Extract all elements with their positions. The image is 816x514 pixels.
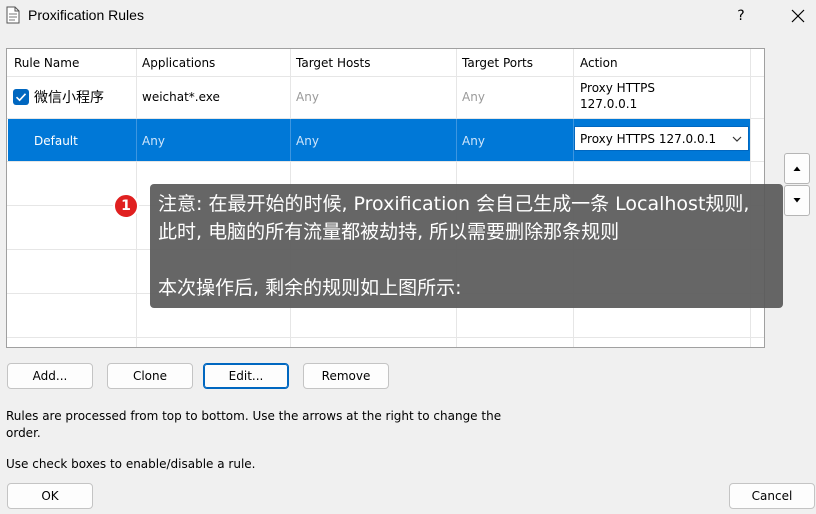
rule-target-ports: Any: [462, 134, 485, 148]
column-divider: [290, 119, 291, 161]
row-divider: [7, 337, 764, 338]
move-down-button[interactable]: [784, 185, 810, 216]
annotation-badge: 1: [113, 193, 139, 219]
column-header-action[interactable]: Action: [580, 56, 618, 70]
column-header-applications[interactable]: Applications: [142, 56, 215, 70]
rule-target-hosts: Any: [296, 134, 319, 148]
info-text-order: Rules are processed from top to bottom. …: [6, 409, 502, 423]
column-header-rule-name[interactable]: Rule Name: [14, 56, 79, 70]
annotation-line-3: 本次操作后, 剩余的规则如上图所示:: [158, 277, 462, 299]
action-select[interactable]: Proxy HTTPS 127.0.0.1: [574, 126, 749, 151]
rule-target-hosts: Any: [296, 90, 319, 104]
column-divider: [456, 119, 457, 161]
checkmark-icon: [15, 93, 27, 102]
move-up-button[interactable]: [784, 153, 810, 184]
annotation-line-1: 注意: 在最开始的时候, Proxification 会自己生成一条 Local…: [158, 193, 750, 215]
rule-applications: weichat*.exe: [142, 90, 220, 104]
rule-applications: Any: [142, 134, 165, 148]
row-divider: [7, 76, 764, 77]
info-text-checkboxes: Use check boxes to enable/disable a rule…: [6, 457, 256, 471]
triangle-up-icon: [793, 166, 801, 171]
column-header-target-hosts[interactable]: Target Hosts: [296, 56, 371, 70]
row-divider: [7, 161, 764, 162]
rules-document-icon: [6, 6, 20, 24]
edit-button[interactable]: Edit...: [203, 363, 289, 389]
info-text-order-cont: order.: [6, 426, 41, 440]
rule-action-line2: 127.0.0.1: [580, 97, 638, 111]
rule-target-ports: Any: [462, 90, 485, 104]
action-select-value: Proxy HTTPS 127.0.0.1: [580, 132, 717, 146]
clone-button[interactable]: Clone: [107, 363, 193, 389]
annotation-callout: 注意: 在最开始的时候, Proxification 会自己生成一条 Local…: [150, 184, 783, 308]
window-title: Proxification Rules: [28, 7, 144, 23]
cancel-button[interactable]: Cancel: [729, 483, 815, 509]
annotation-spacer: [158, 246, 775, 274]
title-bar: Proxification Rules ?: [0, 0, 816, 32]
rule-enable-checkbox[interactable]: [13, 89, 29, 105]
annotation-line-2: 此时, 电脑的所有流量都被劫持, 所以需要删除那条规则: [158, 221, 620, 243]
close-icon: [791, 9, 805, 23]
rule-name-wechat[interactable]: 微信小程序: [34, 87, 104, 107]
help-button[interactable]: ?: [728, 4, 754, 28]
rule-name-default[interactable]: Default: [34, 134, 78, 148]
column-divider: [136, 119, 137, 161]
remove-button[interactable]: Remove: [303, 363, 389, 389]
add-button[interactable]: Add...: [7, 363, 93, 389]
rule-action-line1: Proxy HTTPS: [580, 81, 656, 95]
ok-button[interactable]: OK: [7, 483, 93, 509]
close-button[interactable]: [784, 4, 812, 28]
chevron-down-icon: [732, 136, 742, 142]
column-header-target-ports[interactable]: Target Ports: [462, 56, 533, 70]
triangle-down-icon: [793, 198, 801, 203]
